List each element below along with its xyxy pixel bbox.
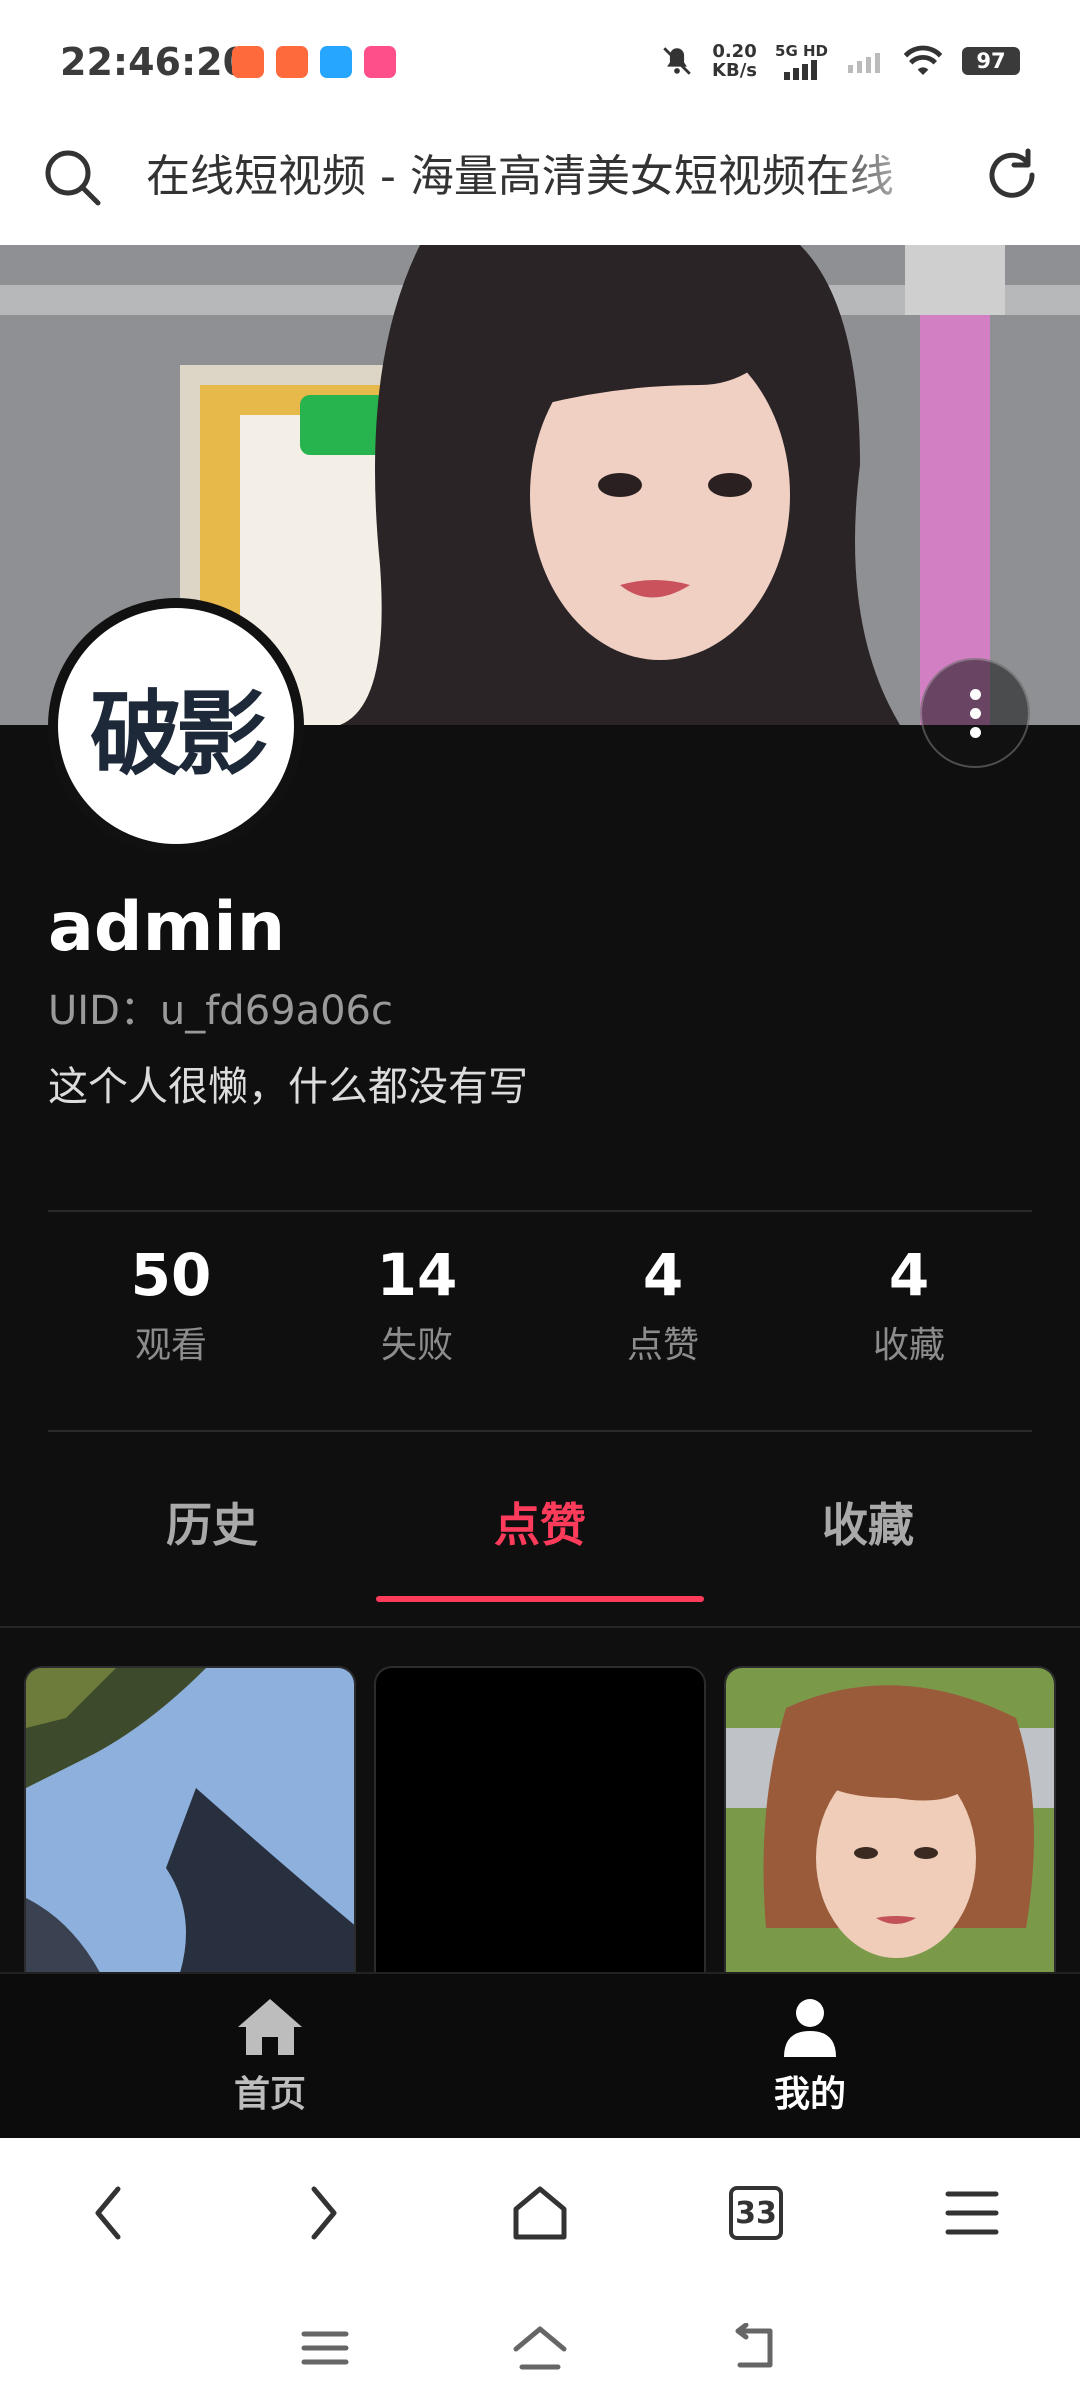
wifi-icon	[903, 45, 943, 75]
address-bar: 在线短视频 - 海量高清美女短视频在线	[0, 125, 1080, 245]
app-notification-icon	[232, 46, 264, 78]
video-thumbnail[interactable]	[374, 1666, 706, 1972]
video-thumbnail[interactable]	[724, 1666, 1056, 1972]
video-thumbnail[interactable]	[24, 1666, 356, 1972]
avatar-logo: 破影	[58, 608, 294, 844]
tab-likes[interactable]: 点赞	[376, 1450, 704, 1602]
forward-button[interactable]	[284, 2173, 364, 2253]
mute-bell-icon	[663, 47, 691, 75]
system-nav-bar	[0, 2288, 1080, 2408]
system-home-icon[interactable]	[510, 2323, 570, 2373]
profile-tabs: 历史 点赞 收藏	[48, 1450, 1032, 1602]
app-bottom-nav: 首页 我的	[0, 1972, 1080, 2138]
tabs-divider	[0, 1626, 1080, 1628]
stat-value: 14	[376, 1241, 458, 1309]
user-uid: UID：u_fd69a06c	[48, 988, 393, 1034]
stat-views[interactable]: 50 观看	[48, 1240, 294, 1390]
tabs-button[interactable]: 33	[716, 2173, 796, 2253]
thumbnail-image	[726, 1668, 1054, 1972]
net-speed-value: 0.20	[712, 41, 757, 62]
tab-favorites[interactable]: 收藏	[704, 1450, 1032, 1600]
cellular-signal-icon: 5G HD	[775, 42, 828, 80]
status-time: 22:46:20	[60, 40, 250, 84]
stat-label: 收藏	[872, 1325, 945, 1366]
home-outline-icon	[513, 2186, 567, 2240]
network-type: 5G HD	[775, 42, 828, 60]
network-speed: 0.20 KB/s	[712, 42, 757, 80]
nav-home-label: 首页	[233, 2074, 306, 2115]
browser-home-button[interactable]	[500, 2173, 580, 2253]
user-bio: 这个人很懒，什么都没有写	[48, 1064, 528, 1110]
back-button[interactable]	[68, 2173, 148, 2253]
avatar[interactable]: 破影	[48, 598, 304, 854]
qq-notification-icon	[320, 46, 352, 78]
search-icon[interactable]	[40, 145, 104, 209]
stat-value: 50	[130, 1241, 212, 1309]
more-dot	[969, 726, 981, 738]
more-dot	[969, 688, 981, 700]
home-icon	[238, 1999, 302, 2055]
app-notification-icon	[276, 46, 308, 78]
chevron-right-icon	[311, 2186, 337, 2240]
stats-row: 50 观看 14 失败 4 点赞 4 收藏	[48, 1240, 1032, 1390]
nav-me[interactable]: 我的	[540, 1974, 1080, 2138]
reload-icon[interactable]	[980, 145, 1044, 209]
thumbnail-image	[26, 1668, 354, 1972]
video-grid	[24, 1666, 1056, 1972]
nav-me-label: 我的	[773, 2074, 846, 2115]
stat-failed[interactable]: 14 失败	[294, 1240, 540, 1390]
divider	[48, 1430, 1032, 1432]
tab-history[interactable]: 历史	[48, 1450, 376, 1600]
notification-icons	[232, 46, 396, 78]
net-speed-unit: KB/s	[712, 60, 758, 81]
battery-indicator: 97	[962, 47, 1020, 75]
tabs-count: 33	[729, 2186, 783, 2240]
app-notification-icon	[364, 46, 396, 78]
chevron-left-icon	[95, 2186, 121, 2240]
divider	[48, 1210, 1032, 1212]
system-back-icon[interactable]	[730, 2323, 780, 2373]
stat-label: 观看	[134, 1325, 207, 1366]
user-icon	[784, 1999, 836, 2057]
signal-empty-icon	[848, 53, 880, 73]
status-indicators: 0.20 KB/s 5G HD 97	[660, 42, 1020, 80]
page-title[interactable]: 在线短视频 - 海量高清美女短视频在线	[146, 145, 946, 209]
nav-home[interactable]: 首页	[0, 1974, 540, 2138]
browser-toolbar: 33	[0, 2138, 1080, 2288]
menu-button[interactable]	[932, 2173, 1012, 2253]
username: admin	[48, 888, 286, 967]
avatar-logo-text: 破影	[89, 679, 268, 788]
stat-value: 4	[642, 1241, 684, 1309]
stat-label: 点赞	[626, 1325, 699, 1366]
more-options-button[interactable]	[920, 658, 1030, 768]
stat-label: 失败	[380, 1325, 453, 1366]
stat-value: 4	[888, 1241, 930, 1309]
status-bar: 22:46:20 0.20 KB/s 5G HD 97	[0, 0, 1080, 125]
hamburger-menu-icon	[945, 2191, 999, 2235]
recent-apps-icon[interactable]	[300, 2328, 350, 2368]
stat-favorites[interactable]: 4 收藏	[786, 1240, 1032, 1390]
stat-likes[interactable]: 4 点赞	[540, 1240, 786, 1390]
more-dot	[969, 707, 981, 719]
